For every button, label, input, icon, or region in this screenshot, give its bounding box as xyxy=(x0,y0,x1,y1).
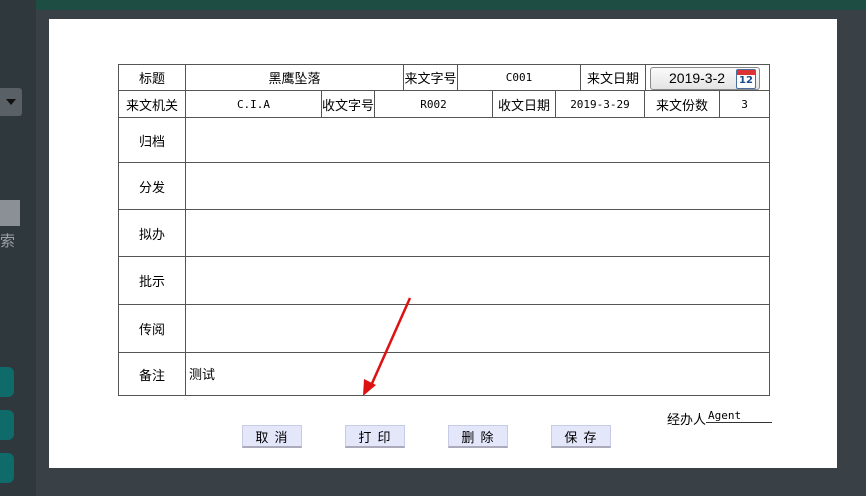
arrow-shaft xyxy=(368,297,412,389)
annotation-arrow xyxy=(363,297,412,396)
